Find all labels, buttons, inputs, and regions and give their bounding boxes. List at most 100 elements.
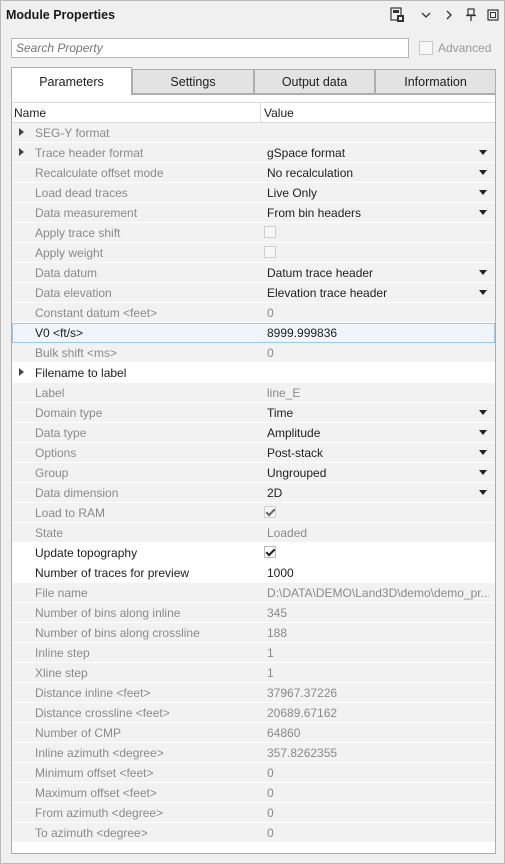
property-row-state[interactable]: State Loaded xyxy=(12,523,495,543)
property-value-dropdown[interactable]: Time xyxy=(267,406,489,420)
property-value-dropdown[interactable]: gSpace format xyxy=(267,146,489,160)
dropdown-arrow-icon[interactable] xyxy=(479,270,487,275)
dropdown-arrow-icon[interactable] xyxy=(479,210,487,215)
property-name: To azimuth <degree> xyxy=(35,826,148,840)
property-row-apply-trace-shift[interactable]: Apply trace shift xyxy=(12,223,495,243)
property-name: Trace header format xyxy=(35,146,144,160)
dropdown-arrow-icon[interactable] xyxy=(479,410,487,415)
property-row-distance-inline[interactable]: Distance inline <feet> 37967.37226 xyxy=(12,683,495,703)
property-row-group[interactable]: Group Ungrouped xyxy=(12,463,495,483)
maximize-icon[interactable] xyxy=(485,7,501,23)
apply-trace-shift-checkbox[interactable] xyxy=(264,226,276,238)
property-name: Number of bins along crossline xyxy=(35,626,200,640)
property-value-dropdown[interactable]: Post-stack xyxy=(267,446,489,460)
property-row-minimum-offset[interactable]: Minimum offset <feet> 0 xyxy=(12,763,495,783)
property-value-input[interactable]: 8999.999836 xyxy=(267,326,489,340)
update-topography-checkbox[interactable] xyxy=(264,546,276,558)
property-value-dropdown[interactable]: Ungrouped xyxy=(267,466,489,480)
property-row-domain-type[interactable]: Domain type Time xyxy=(12,403,495,423)
chevron-right-icon[interactable] xyxy=(441,7,457,23)
property-row-data-elevation[interactable]: Data elevation Elevation trace header xyxy=(12,283,495,303)
property-row-recalculate-offset-mode[interactable]: Recalculate offset mode No recalculation xyxy=(12,163,495,183)
dropdown-arrow-icon[interactable] xyxy=(479,490,487,495)
dropdown-arrow-icon[interactable] xyxy=(479,150,487,155)
property-row-file-name[interactable]: File name D:\DATA\DEMO\Land3D\demo\demo_… xyxy=(12,583,495,603)
property-name: Data type xyxy=(35,426,87,440)
dropdown-arrow-icon[interactable] xyxy=(479,430,487,435)
property-row-number-of-cmp[interactable]: Number of CMP 64860 xyxy=(12,723,495,743)
tab-settings[interactable]: Settings xyxy=(132,69,254,94)
expand-arrow-icon[interactable] xyxy=(19,148,24,156)
column-divider[interactable] xyxy=(260,103,261,122)
property-row-to-azimuth[interactable]: To azimuth <degree> 0 xyxy=(12,823,495,843)
property-row-xline-step[interactable]: Xline step 1 xyxy=(12,663,495,683)
expand-arrow-icon[interactable] xyxy=(19,128,24,136)
property-value-dropdown[interactable]: 2D xyxy=(267,486,489,500)
property-value-input[interactable]: 1000 xyxy=(267,566,489,580)
advanced-toggle[interactable]: Advanced xyxy=(419,41,491,55)
column-header-value[interactable]: Value xyxy=(264,106,294,120)
load-to-ram-checkbox[interactable] xyxy=(264,506,276,518)
property-row-options[interactable]: Options Post-stack xyxy=(12,443,495,463)
property-value-dropdown[interactable]: Datum trace header xyxy=(267,266,489,280)
property-row-filename-to-label[interactable]: Filename to label xyxy=(12,363,495,383)
property-name: Number of CMP xyxy=(35,726,122,740)
property-row-v0[interactable]: V0 <ft/s> 8999.999836 xyxy=(12,323,495,343)
property-name: Options xyxy=(35,446,77,460)
tab-output-data[interactable]: Output data xyxy=(254,69,375,94)
dropdown-arrow-icon[interactable] xyxy=(479,290,487,295)
property-row-bins-inline[interactable]: Number of bins along inline 345 xyxy=(12,603,495,623)
property-value: 37967.37226 xyxy=(267,686,338,700)
property-row-inline-azimuth[interactable]: Inline azimuth <degree> 357.8262355 xyxy=(12,743,495,763)
property-row-load-dead-traces[interactable]: Load dead traces Live Only xyxy=(12,183,495,203)
property-value: 0 xyxy=(267,766,274,780)
property-row-data-type[interactable]: Data type Amplitude xyxy=(12,423,495,443)
property-row-maximum-offset[interactable]: Maximum offset <feet> 0 xyxy=(12,783,495,803)
property-row-data-measurement[interactable]: Data measurement From bin headers xyxy=(12,203,495,223)
save-state-icon[interactable] xyxy=(389,7,405,23)
property-row-update-topography[interactable]: Update topography xyxy=(12,543,495,563)
apply-weight-checkbox[interactable] xyxy=(264,246,276,258)
dropdown-arrow-icon[interactable] xyxy=(479,190,487,195)
property-name: File name xyxy=(35,586,88,600)
property-value-dropdown[interactable]: No recalculation xyxy=(267,166,489,180)
property-row-constant-datum[interactable]: Constant datum <feet> 0 xyxy=(12,303,495,323)
property-value-dropdown[interactable]: Live Only xyxy=(267,186,489,200)
property-name: Number of traces for preview xyxy=(35,566,190,580)
property-value-dropdown[interactable]: From bin headers xyxy=(267,206,489,220)
property-row-bins-crossline[interactable]: Number of bins along crossline 188 xyxy=(12,623,495,643)
dropdown-arrow-icon[interactable] xyxy=(479,450,487,455)
property-row-apply-weight[interactable]: Apply weight xyxy=(12,243,495,263)
property-name: Group xyxy=(35,466,69,480)
property-row-distance-crossline[interactable]: Distance crossline <feet> 20689.67162 xyxy=(12,703,495,723)
pin-icon[interactable] xyxy=(463,7,479,23)
property-value: 1 xyxy=(267,666,274,680)
column-header-name[interactable]: Name xyxy=(14,106,46,120)
property-row-segy-format[interactable]: SEG-Y format xyxy=(12,123,495,143)
property-row-data-dimension[interactable]: Data dimension 2D xyxy=(12,483,495,503)
search-input[interactable] xyxy=(12,39,408,57)
dropdown-arrow-icon[interactable] xyxy=(479,170,487,175)
tab-parameters[interactable]: Parameters xyxy=(11,67,132,95)
tab-information[interactable]: Information xyxy=(375,69,496,94)
property-row-load-to-ram[interactable]: Load to RAM xyxy=(12,503,495,523)
dropdown-arrow-icon[interactable] xyxy=(479,470,487,475)
property-name: Data dimension xyxy=(35,486,119,500)
advanced-checkbox[interactable] xyxy=(419,41,433,55)
property-value: 64860 xyxy=(267,726,301,740)
property-value-dropdown[interactable]: Elevation trace header xyxy=(267,286,489,300)
tab-strip: Parameters Settings Output data Informat… xyxy=(11,67,496,95)
property-value: 0 xyxy=(267,786,274,800)
property-value-dropdown[interactable]: Amplitude xyxy=(267,426,489,440)
property-row-traces-for-preview[interactable]: Number of traces for preview 1000 xyxy=(12,563,495,583)
property-row-inline-step[interactable]: Inline step 1 xyxy=(12,643,495,663)
property-row-from-azimuth[interactable]: From azimuth <degree> 0 xyxy=(12,803,495,823)
expand-arrow-icon[interactable] xyxy=(19,368,24,376)
property-row-bulk-shift[interactable]: Bulk shift <ms> 0 xyxy=(12,343,495,363)
search-field[interactable] xyxy=(11,38,409,58)
property-row-data-datum[interactable]: Data datum Datum trace header xyxy=(12,263,495,283)
chevron-down-icon[interactable] xyxy=(418,7,434,23)
property-row-trace-header-format[interactable]: Trace header format gSpace format xyxy=(12,143,495,163)
property-value: D:\DATA\DEMO\Land3D\demo\demo_pr... xyxy=(267,586,489,600)
property-row-label[interactable]: Label line_E xyxy=(12,383,495,403)
